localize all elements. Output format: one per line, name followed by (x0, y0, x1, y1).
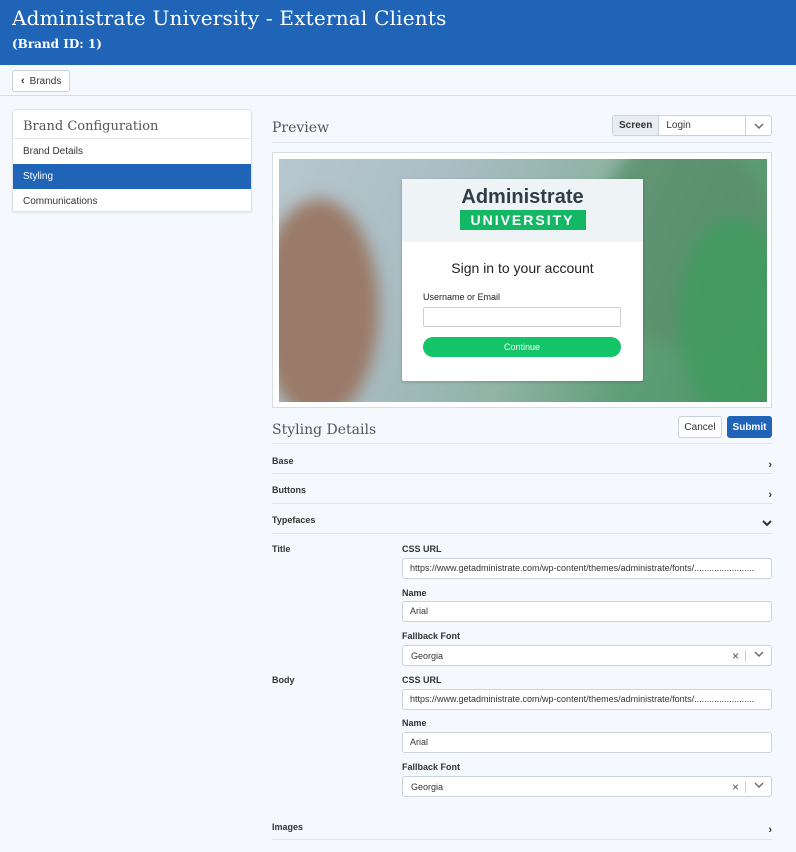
css-url-label: CSS URL (402, 544, 442, 554)
brand-id: (Brand ID: 1) (12, 37, 102, 51)
fallback-font-label: Fallback Font (402, 762, 461, 772)
submit-button[interactable]: Submit (727, 416, 772, 438)
screen-select-label: Screen (613, 116, 660, 135)
title-fallback-font-value: Georgia (411, 651, 444, 661)
body-fallback-font-select[interactable]: Georgia × (402, 776, 772, 797)
sidebar-item-brand-details[interactable]: Brand Details (13, 139, 251, 164)
accordion-images[interactable]: Images › (272, 810, 772, 840)
chevron-right-icon: › (768, 459, 772, 471)
chevron-down-icon (754, 649, 764, 660)
clear-icon[interactable]: × (732, 649, 739, 663)
chevron-down-icon (762, 518, 772, 530)
name-label: Name (402, 588, 427, 598)
accordion-base-label: Base (272, 456, 294, 466)
chevron-down-icon (754, 780, 764, 791)
accordion-images-label: Images (272, 822, 304, 832)
accordion-typefaces-label: Typefaces (272, 515, 316, 525)
preview-title: Preview (272, 120, 330, 136)
back-label: Brands (29, 75, 62, 87)
username-label: Username or Email (423, 292, 501, 302)
body-css-url-input[interactable]: https://www.getadministrate.com/wp-conte… (402, 689, 772, 710)
title-name-input[interactable]: Arial (402, 601, 772, 622)
accordion-buttons-label: Buttons (272, 485, 306, 495)
login-preview: Administrate UNIVERSITY Sign in to your … (272, 152, 772, 408)
sign-in-heading: Sign in to your account (451, 260, 594, 276)
page-title: Administrate University - External Clien… (12, 6, 447, 30)
chevron-right-icon: › (768, 489, 772, 501)
app-header: Administrate University - External Clien… (0, 0, 796, 65)
fallback-font-label: Fallback Font (402, 631, 461, 641)
select-separator (745, 781, 746, 793)
toolbar: ‹ Brands (0, 65, 796, 96)
background-figure (279, 199, 379, 402)
accordion-buttons[interactable]: Buttons › (272, 474, 772, 504)
select-separator (745, 650, 746, 662)
brand-config-sidebar: Brand Configuration Brand Details Stylin… (12, 109, 252, 212)
screen-select[interactable]: Screen Login (612, 115, 772, 136)
styling-details-title: Styling Details (272, 422, 377, 438)
sidebar-item-communications[interactable]: Communications (13, 189, 251, 214)
accordion-typefaces[interactable]: Typefaces (272, 504, 772, 534)
title-fallback-font-select[interactable]: Georgia × (402, 645, 772, 666)
accordion-base[interactable]: Base › (272, 444, 772, 474)
body-fallback-font-value: Georgia (411, 782, 444, 792)
chevron-down-icon (745, 116, 771, 135)
preview-background-image: Administrate UNIVERSITY Sign in to your … (279, 159, 767, 402)
sidebar-item-styling[interactable]: Styling (13, 164, 251, 189)
logo-area: Administrate UNIVERSITY (402, 179, 643, 242)
typeface-body-label: Body (272, 675, 295, 685)
chevron-left-icon: ‹ (21, 75, 25, 87)
back-to-brands-button[interactable]: ‹ Brands (12, 70, 71, 92)
css-url-label: CSS URL (402, 675, 442, 685)
continue-button: Continue (423, 337, 621, 357)
clear-icon[interactable]: × (732, 780, 739, 794)
title-css-url-input[interactable]: https://www.getadministrate.com/wp-conte… (402, 558, 772, 579)
chevron-right-icon: › (768, 824, 772, 836)
username-input (423, 307, 621, 327)
sign-in-card: Administrate UNIVERSITY Sign in to your … (402, 179, 643, 381)
logo-wordmark: Administrate (461, 186, 584, 208)
cancel-button[interactable]: Cancel (678, 416, 722, 438)
screen-select-value: Login (666, 120, 691, 131)
typeface-title-label: Title (272, 544, 291, 554)
logo-band: UNIVERSITY (459, 210, 586, 230)
body-name-input[interactable]: Arial (402, 732, 772, 753)
divider (272, 142, 772, 143)
sidebar-title: Brand Configuration (13, 110, 251, 139)
name-label: Name (402, 718, 427, 728)
